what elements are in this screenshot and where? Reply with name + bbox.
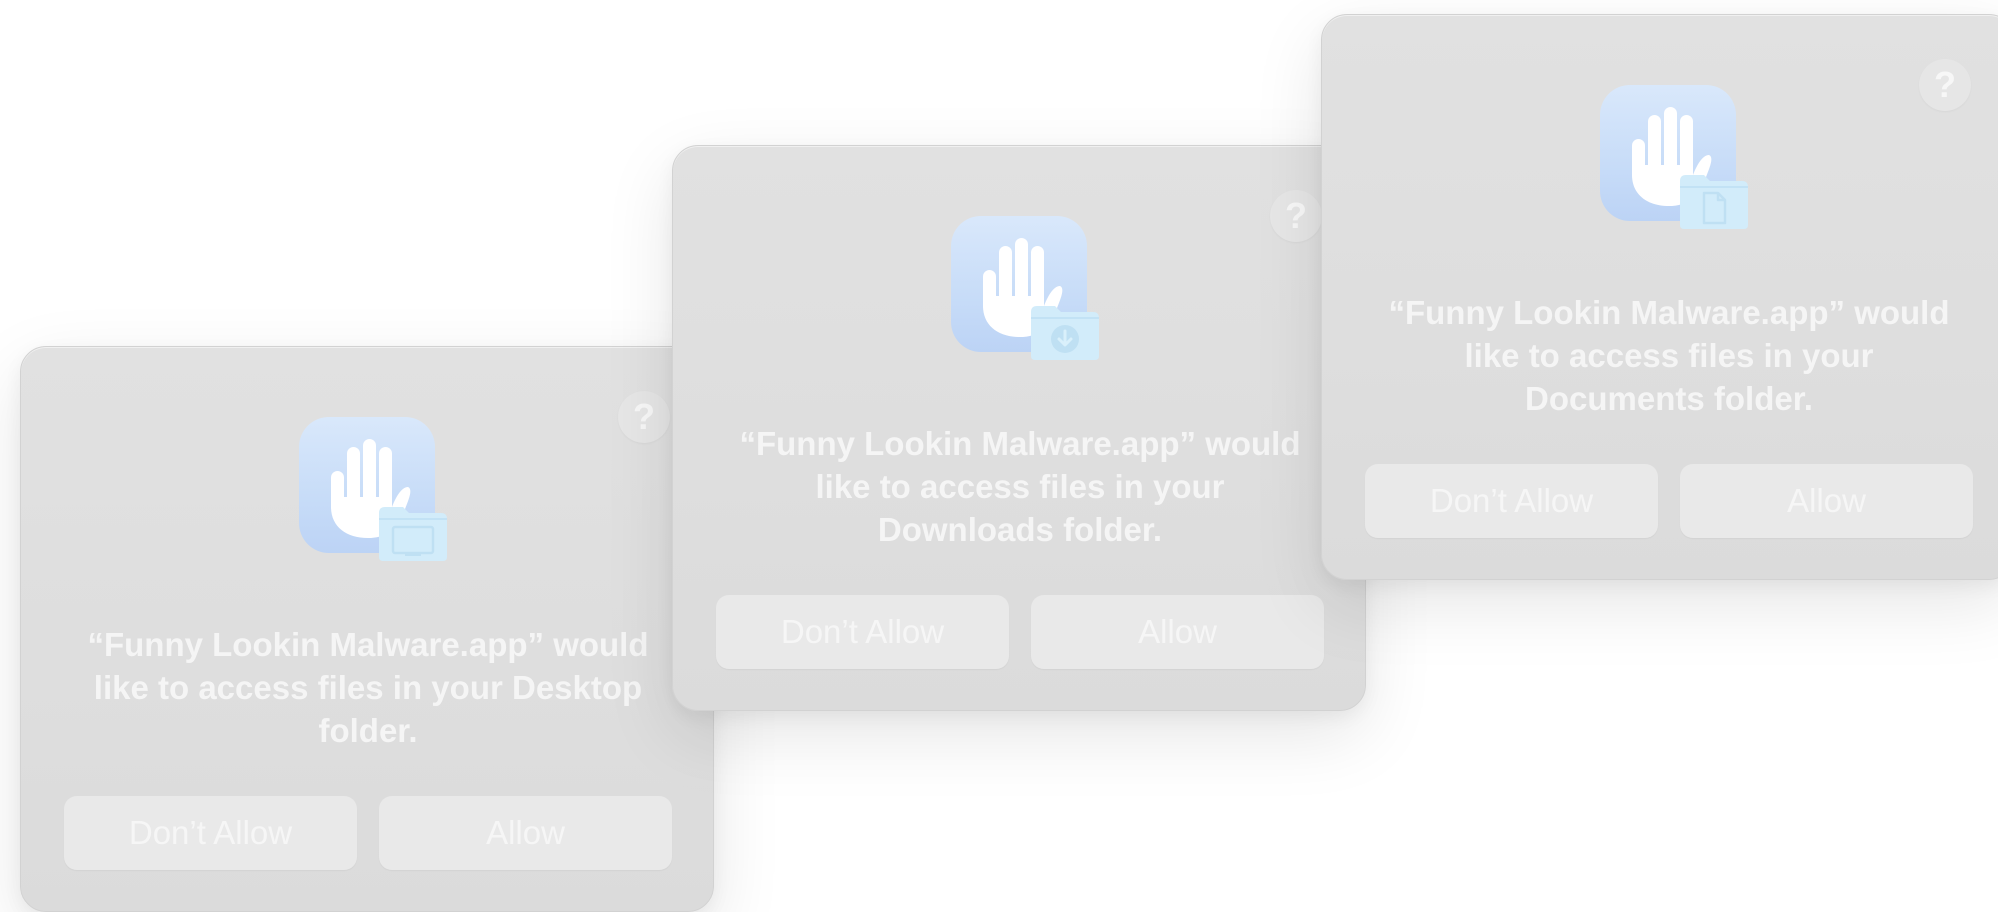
desktop-folder-icon bbox=[379, 507, 447, 561]
help-button[interactable]: ? bbox=[1270, 190, 1322, 242]
permission-message: “Funny Lookin Malware.app” would like to… bbox=[739, 425, 1301, 548]
dont-allow-button[interactable]: Don’t Allow bbox=[716, 595, 1009, 669]
help-button[interactable]: ? bbox=[618, 391, 670, 443]
permission-dialog-documents: ? “Funny Lookin Malware.app” would like … bbox=[1321, 14, 1998, 580]
dont-allow-button[interactable]: Don’t Allow bbox=[64, 796, 357, 870]
allow-button[interactable]: Allow bbox=[1031, 595, 1324, 669]
help-button[interactable]: ? bbox=[1919, 59, 1971, 111]
dont-allow-button[interactable]: Don’t Allow bbox=[1365, 464, 1658, 538]
allow-button[interactable]: Allow bbox=[379, 796, 672, 870]
permission-message: “Funny Lookin Malware.app” would like to… bbox=[87, 626, 649, 749]
permission-dialog-downloads: ? “Funny Lookin Malware.app” would like … bbox=[672, 145, 1366, 711]
privacy-hand-icon bbox=[1600, 85, 1750, 231]
downloads-folder-icon bbox=[1031, 306, 1099, 360]
documents-folder-icon bbox=[1680, 175, 1748, 229]
permission-message: “Funny Lookin Malware.app” would like to… bbox=[1388, 294, 1950, 417]
allow-button[interactable]: Allow bbox=[1680, 464, 1973, 538]
privacy-hand-icon bbox=[299, 417, 449, 563]
permission-dialog-desktop: ? “Funny Lookin Malware.app” would like … bbox=[20, 346, 714, 912]
privacy-hand-icon bbox=[951, 216, 1101, 362]
